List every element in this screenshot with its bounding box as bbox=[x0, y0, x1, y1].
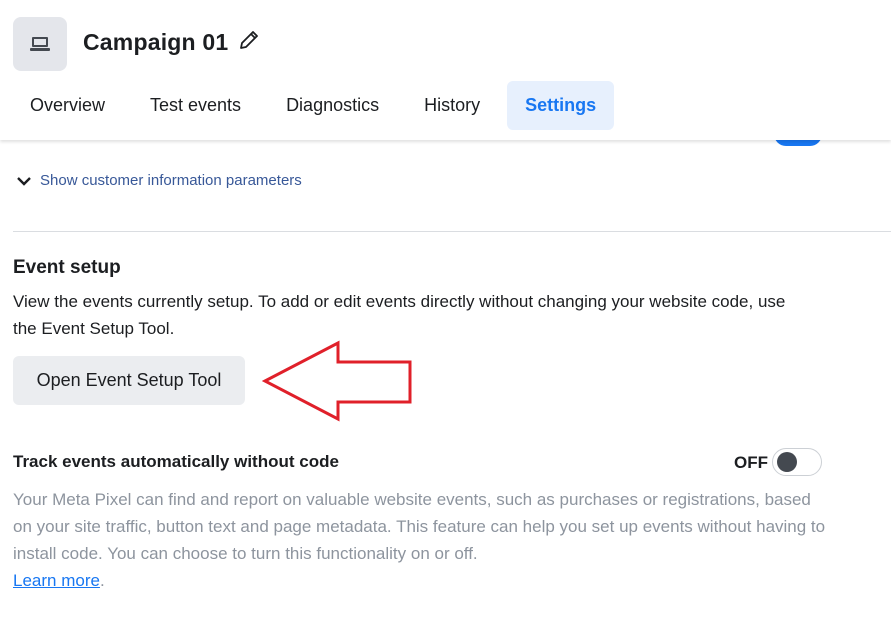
laptop-icon bbox=[30, 37, 50, 51]
show-customer-params-label: Show customer information parameters bbox=[40, 172, 302, 189]
tab-test-events[interactable]: Test events bbox=[132, 81, 259, 130]
annotation-arrow-icon bbox=[262, 340, 412, 422]
tab-settings[interactable]: Settings bbox=[507, 81, 615, 130]
learn-more-link[interactable]: Learn more bbox=[13, 571, 100, 590]
auto-track-description-text: Your Meta Pixel can find and report on v… bbox=[13, 490, 826, 563]
page-header: Campaign 01 Overview Test events Diagnos… bbox=[0, 0, 891, 140]
show-customer-params-link[interactable]: Show customer information parameters bbox=[16, 172, 302, 189]
campaign-avatar bbox=[13, 17, 67, 71]
tab-history[interactable]: History bbox=[406, 81, 498, 130]
event-setup-description: View the events currently setup. To add … bbox=[13, 292, 786, 338]
page-title: Campaign 01 bbox=[83, 29, 229, 55]
tab-diagnostics[interactable]: Diagnostics bbox=[268, 81, 397, 130]
auto-track-heading: Track events automatically without code bbox=[13, 452, 339, 471]
toggle-state-label: OFF bbox=[734, 453, 768, 472]
event-setup-heading: Event setup bbox=[13, 257, 121, 278]
chevron-down-icon bbox=[17, 176, 31, 186]
pencil-icon[interactable] bbox=[237, 28, 261, 52]
tab-overview[interactable]: Overview bbox=[12, 81, 123, 130]
auto-track-toggle[interactable] bbox=[772, 448, 822, 476]
tab-bar: Overview Test events Diagnostics History… bbox=[12, 81, 623, 130]
open-event-setup-tool-button[interactable]: Open Event Setup Tool bbox=[13, 356, 245, 405]
section-divider bbox=[13, 231, 891, 232]
link-suffix: . bbox=[99, 571, 105, 590]
auto-track-description: Your Meta Pixel can find and report on v… bbox=[13, 486, 828, 594]
toggle-knob bbox=[777, 452, 797, 472]
